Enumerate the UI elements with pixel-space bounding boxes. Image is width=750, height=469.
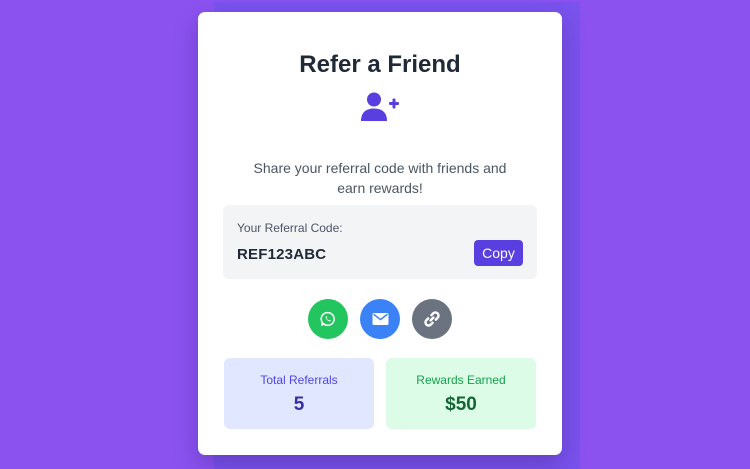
envelope-icon [372,313,388,325]
user-plus-icon [361,92,399,121]
total-referrals-label: Total Referrals [260,373,338,387]
share-email-button[interactable] [360,299,400,339]
share-whatsapp-button[interactable] [308,299,348,339]
referral-code-label: Your Referral Code: [237,221,343,235]
whatsapp-icon [320,311,335,327]
total-referrals-value: 5 [293,394,305,415]
total-referrals-card: Total Referrals 5 [224,358,374,429]
share-link-button[interactable] [412,299,452,339]
rewards-earned-label: Rewards Earned [416,373,506,387]
referral-code-value: REF123ABC [237,246,327,263]
rewards-earned-card: Rewards Earned $50 [386,358,536,429]
link-icon [424,311,440,327]
referral-code-box: Your Referral Code: REF123ABC Copy [223,205,537,279]
rewards-earned-value: $50 [445,394,477,415]
description-text: Share your referral code with friends an… [253,160,507,196]
page-title: Refer a Friend [299,51,461,78]
refer-card: Refer a Friend Share your referral code … [198,12,562,455]
copy-button[interactable]: Copy [474,240,523,266]
